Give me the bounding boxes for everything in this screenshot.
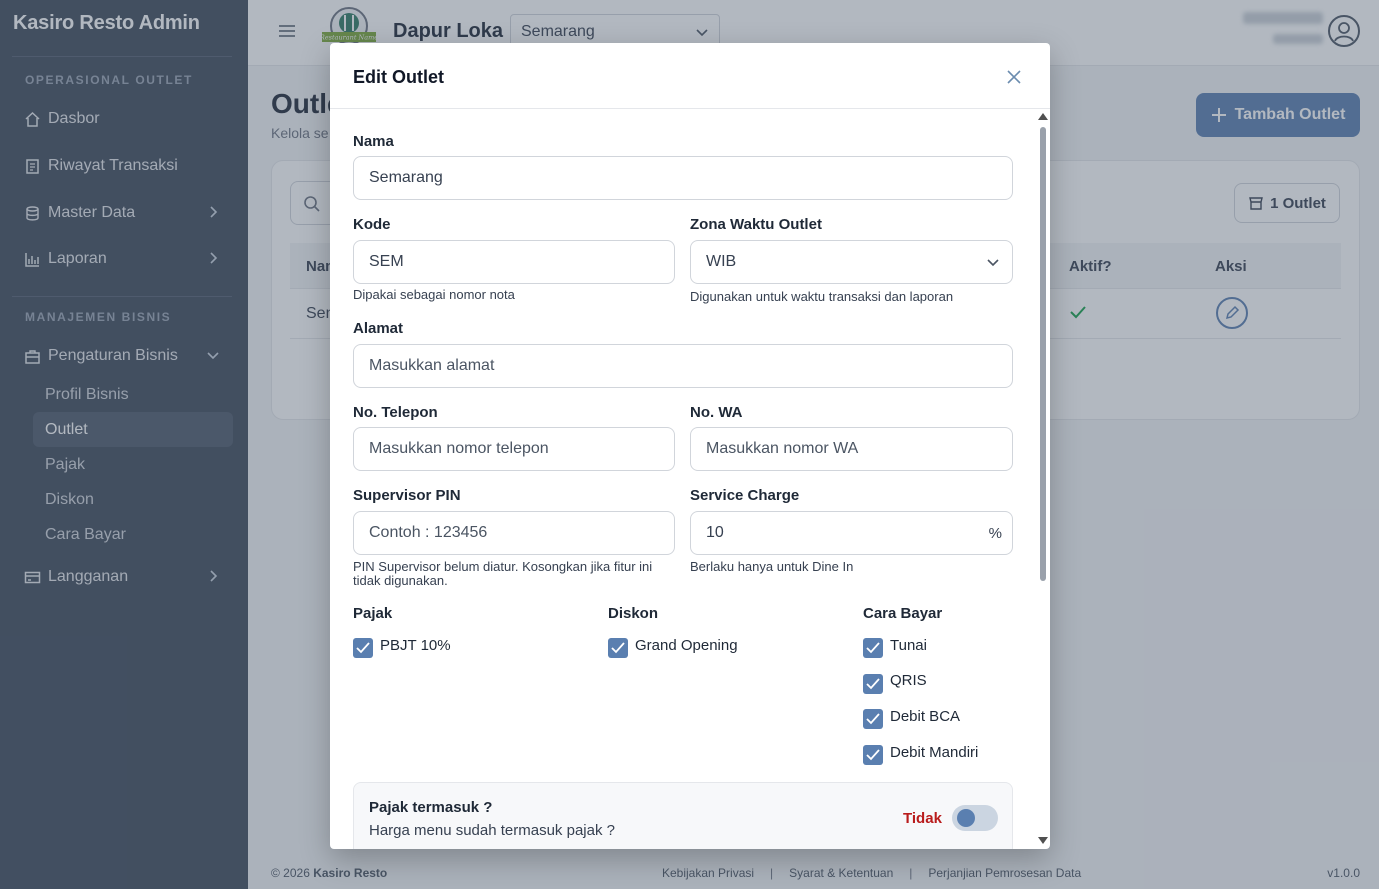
toggle-knob <box>957 809 975 827</box>
kode-field[interactable]: SEM <box>353 240 675 284</box>
check-icon <box>866 642 880 654</box>
check-icon <box>356 642 370 654</box>
check-icon <box>866 713 880 725</box>
check-icon <box>611 642 625 654</box>
tax-inclusive-state: Tidak <box>903 810 942 827</box>
tax-inclusive-subtitle: Harga menu sudah termasuk pajak ? <box>369 822 615 839</box>
cara-bayar-option-label: Debit BCA <box>890 708 961 725</box>
tax-inclusive-toggle[interactable] <box>952 805 998 831</box>
cara-bayar-checkbox[interactable] <box>863 709 883 729</box>
tax-inclusive-panel: Pajak termasuk ? Harga menu sudah termas… <box>353 782 1013 849</box>
cara-bayar-label: Cara Bayar <box>863 605 943 622</box>
service-charge-field[interactable]: 10 % <box>690 511 1013 555</box>
zona-value: WIB <box>706 253 737 270</box>
telp-field[interactable]: Masukkan nomor telepon <box>353 427 675 471</box>
wa-placeholder: Masukkan nomor WA <box>706 440 859 457</box>
tax-inclusive-title: Pajak termasuk ? <box>369 799 493 816</box>
chevron-down-icon <box>987 259 999 267</box>
telp-label: No. Telepon <box>353 404 438 421</box>
service-charge-label: Service Charge <box>690 487 800 504</box>
kode-hint: Dipakai sebagai nomor nota <box>353 287 515 302</box>
cara-bayar-checkbox[interactable] <box>863 638 883 658</box>
zona-label: Zona Waktu Outlet <box>690 216 822 233</box>
close-icon[interactable] <box>1006 69 1022 85</box>
check-icon <box>866 678 880 690</box>
wa-label: No. WA <box>690 404 743 421</box>
cara-bayar-checkbox[interactable] <box>863 745 883 765</box>
scroll-up-arrow-icon[interactable] <box>1038 113 1048 120</box>
pin-placeholder: Contoh : 123456 <box>369 524 488 541</box>
wa-field[interactable]: Masukkan nomor WA <box>690 427 1013 471</box>
pin-field[interactable]: Contoh : 123456 <box>353 511 675 555</box>
alamat-placeholder: Masukkan alamat <box>369 357 495 374</box>
zona-select[interactable]: WIB <box>690 240 1013 284</box>
cara-bayar-checkbox[interactable] <box>863 674 883 694</box>
pajak-checkbox[interactable] <box>353 638 373 658</box>
diskon-checkbox[interactable] <box>608 638 628 658</box>
pajak-label: Pajak <box>353 605 393 622</box>
diskon-option-label: Grand Opening <box>635 637 738 654</box>
check-icon <box>866 749 880 761</box>
modal-header: Edit Outlet <box>330 43 1050 109</box>
cara-bayar-option-label: Debit Mandiri <box>890 744 979 761</box>
nama-label: Nama <box>353 133 394 150</box>
cara-bayar-option-label: Tunai <box>890 637 927 654</box>
percent-suffix: % <box>988 525 1002 542</box>
pajak-option-label: PBJT 10% <box>380 637 451 654</box>
diskon-label: Diskon <box>608 605 659 622</box>
nama-value: Semarang <box>369 169 443 186</box>
alamat-label: Alamat <box>353 320 404 337</box>
pin-hint: PIN Supervisor belum diatur. Kosongkan j… <box>353 559 653 588</box>
nama-field[interactable]: Semarang <box>353 156 1013 200</box>
edit-outlet-modal: Edit Outlet Nama Semarang Kode SEM Dipak… <box>330 43 1050 849</box>
kode-label: Kode <box>353 216 391 233</box>
zona-hint: Digunakan untuk waktu transaksi dan lapo… <box>690 289 954 304</box>
service-charge-value: 10 <box>706 524 724 541</box>
scroll-down-arrow-icon[interactable] <box>1038 837 1048 844</box>
modal-title: Edit Outlet <box>353 67 444 87</box>
service-charge-hint: Berlaku hanya untuk Dine In <box>690 559 854 574</box>
cara-bayar-option-label: QRIS <box>890 672 927 689</box>
telp-placeholder: Masukkan nomor telepon <box>369 440 549 457</box>
alamat-field[interactable]: Masukkan alamat <box>353 344 1013 388</box>
scrollbar-thumb[interactable] <box>1040 127 1046 581</box>
kode-value: SEM <box>369 253 404 270</box>
pin-label: Supervisor PIN <box>353 487 461 504</box>
